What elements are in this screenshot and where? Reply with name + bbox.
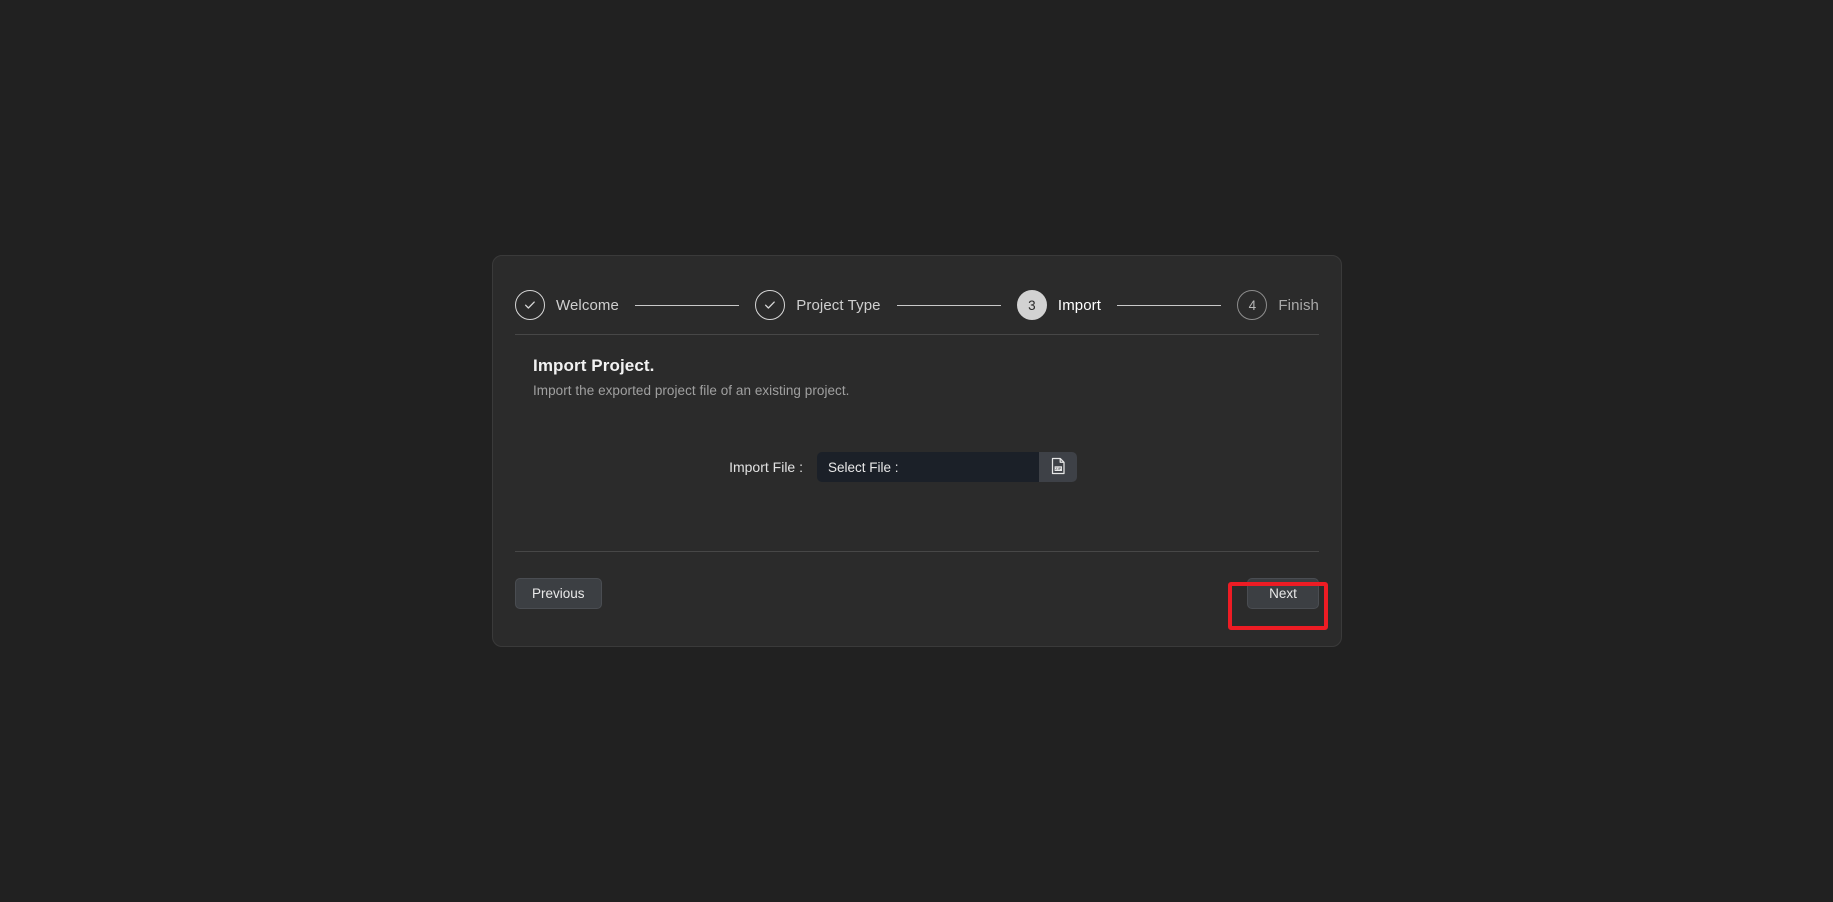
step-import[interactable]: 3 Import — [1016, 290, 1102, 320]
svg-text:ZIP: ZIP — [1055, 466, 1061, 471]
step-welcome[interactable]: Welcome — [515, 290, 619, 320]
next-button[interactable]: Next — [1247, 577, 1319, 609]
import-wizard-card: Welcome Project Type 3 Import 4 Finish I… — [492, 255, 1342, 647]
wizard-footer: Previous Next — [515, 571, 1319, 615]
zip-file-icon: ZIP — [1050, 457, 1067, 478]
page-subtitle: Import the exported project file of an e… — [533, 383, 850, 398]
import-file-input-group: ZIP — [817, 452, 1077, 482]
wizard-body: Import Project. Import the exported proj… — [533, 356, 1301, 482]
browse-file-button[interactable]: ZIP — [1039, 452, 1077, 482]
import-file-row: Import File : ZIP — [533, 452, 1301, 482]
import-file-label: Import File : — [729, 459, 803, 475]
step-welcome-label: Welcome — [556, 296, 619, 314]
stepper-connector-3 — [1117, 304, 1222, 306]
step-project-type[interactable]: Project Type — [755, 290, 880, 320]
stepper-connector-2 — [896, 304, 1001, 306]
step-project-type-label: Project Type — [796, 296, 881, 314]
wizard-stepper: Welcome Project Type 3 Import 4 Finish — [515, 276, 1319, 334]
previous-button[interactable]: Previous — [515, 577, 602, 609]
import-file-input[interactable] — [817, 452, 1039, 482]
stepper-divider — [515, 334, 1319, 335]
step-finish[interactable]: 4 Finish — [1237, 290, 1319, 320]
step-finish-number: 4 — [1237, 290, 1268, 320]
step-project-type-check-icon — [755, 290, 786, 320]
step-import-label: Import — [1057, 296, 1102, 314]
stepper-connector-1 — [634, 304, 740, 306]
footer-divider — [515, 551, 1319, 552]
step-import-number: 3 — [1016, 290, 1047, 320]
step-finish-label: Finish — [1278, 296, 1319, 314]
page-title: Import Project. — [533, 356, 655, 375]
app-background: Welcome Project Type 3 Import 4 Finish I… — [0, 0, 1833, 902]
step-welcome-check-icon — [515, 290, 545, 320]
